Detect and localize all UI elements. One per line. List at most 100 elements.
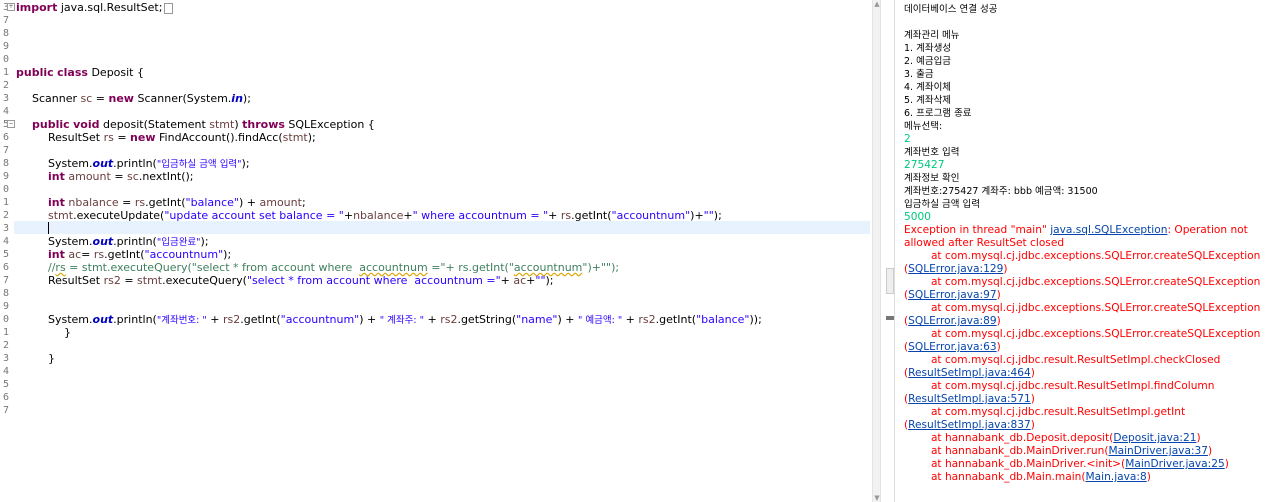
code-text: )	[234, 118, 243, 131]
code-text: +	[343, 209, 354, 222]
variable: rs2	[440, 313, 458, 326]
console-line: at com.mysql.cj.jdbc.result.ResultSetImp…	[904, 406, 1185, 419]
line-number: 7	[2, 405, 9, 416]
stack-frame: at hannabank_db.Deposit.deposit(	[904, 432, 1114, 444]
source-link[interactable]: MainDriver.java:25	[1125, 458, 1225, 470]
overview-thumb[interactable]	[886, 268, 894, 294]
code-text: +	[500, 274, 514, 287]
comment-line: //rs = stmt.executeQuery("select * from …	[48, 261, 619, 274]
error-text: : Operation not	[1167, 224, 1248, 236]
collapsed-imports-icon[interactable]	[164, 2, 174, 14]
code-text: System.	[48, 157, 93, 170]
paren: )	[1030, 393, 1035, 405]
console-view[interactable]: 데이터베이스 연결 성공 계좌관리 메뉴 1. 계좌생성 2. 예금입금 3. 출금 4.…	[901, 0, 1280, 502]
source-link[interactable]: ResultSetImpl.java:464	[908, 367, 1031, 379]
line-number: 2	[2, 80, 9, 91]
console-line: 2. 예금입금	[904, 55, 951, 68]
console-line: 6. 프로그램 종료	[904, 107, 972, 120]
keyword: new	[108, 92, 134, 105]
stack-frame: at com.mysql.cj.jdbc.result.ResultSetImp…	[904, 354, 1221, 366]
code-text: .getInt(	[655, 313, 697, 326]
code-text: );	[223, 248, 232, 261]
console-line: (SQLError.java:63)	[904, 341, 1001, 354]
code-editor[interactable]: 37890123456789012345678901234567 + − imp…	[0, 0, 872, 502]
line-number: 3	[2, 353, 9, 364]
code-text: Scanner(System.	[133, 92, 232, 105]
variable: rs	[93, 248, 105, 261]
paren: )	[1030, 419, 1035, 431]
keyword: void	[73, 118, 100, 131]
code-text: .getInt(	[145, 196, 186, 209]
console-text: 2. 예금입금	[904, 56, 952, 67]
console-text: 5. 계좌삭제	[904, 95, 952, 106]
console-line: 4. 계좌이체	[904, 81, 951, 94]
stack-frame: at hannabank_db.MainDriver.run(	[904, 445, 1109, 457]
paren: )	[1196, 432, 1201, 444]
exception-link[interactable]: java.sql.SQLException	[1050, 224, 1167, 236]
source-link[interactable]: SQLError.java:129	[908, 263, 1003, 275]
paren: )	[1224, 458, 1229, 470]
fold-expand-icon[interactable]: +	[7, 3, 15, 11]
text-caret	[48, 222, 49, 234]
stack-frame: at com.mysql.cj.jdbc.result.ResultSetImp…	[904, 406, 1186, 418]
string-literal: "accountnum"	[611, 209, 691, 222]
console-line: at hannabank_db.MainDriver.<init>(MainDr…	[904, 458, 1229, 471]
console-text: 4. 계좌이체	[904, 82, 952, 93]
console-line: 데이터베이스 연결 성공	[904, 3, 997, 16]
line-number: 7	[2, 275, 9, 286]
variable: rs2	[638, 313, 656, 326]
console-line: 계좌번호 입력	[904, 146, 959, 159]
line-number: 8	[2, 28, 9, 39]
source-link[interactable]: ResultSetImpl.java:571	[908, 393, 1031, 405]
line-number: 3	[2, 93, 9, 104]
string-literal: "입금하실 금액 입력"	[156, 159, 242, 170]
fold-collapse-icon[interactable]: −	[7, 120, 15, 128]
overview-marker[interactable]	[886, 316, 894, 320]
line-number: 0	[2, 314, 9, 325]
code-line: stmt.executeUpdate("update account set b…	[48, 209, 722, 222]
code-text: Deposit {	[87, 66, 144, 79]
code-text: ) +	[238, 196, 260, 209]
code-text: .println(	[113, 235, 157, 248]
string-literal: "balance"	[185, 196, 239, 209]
source-link[interactable]: SQLError.java:63	[908, 341, 996, 353]
code-text: )+	[690, 209, 704, 222]
spelling-warning: rs	[55, 261, 66, 274]
code-text: System.	[48, 313, 93, 326]
overview-ruler[interactable]	[880, 0, 895, 502]
code-line: int ac= rs.getInt("accountnum");	[48, 248, 231, 261]
variable: rs2	[222, 313, 241, 326]
line-number: 1	[2, 197, 9, 208]
source-link[interactable]: MainDriver.java:37	[1108, 445, 1208, 457]
source-link[interactable]: SQLError.java:89	[908, 315, 996, 327]
code-text: .executeQuery(	[162, 274, 247, 287]
code-text: ));	[749, 313, 762, 326]
code-text: Scanner	[32, 92, 81, 105]
console-text: 6. 프로그램 종료	[904, 108, 972, 119]
variable: stmt	[48, 209, 74, 222]
source-link[interactable]: Main.java:8	[1086, 471, 1147, 483]
code-line: public class Deposit {	[16, 66, 144, 79]
line-number-ruler: 37890123456789012345678901234567	[0, 0, 14, 502]
code-text: +	[206, 313, 223, 326]
code-text: );	[713, 209, 722, 222]
line-number: 0	[2, 54, 9, 65]
source-link[interactable]: Deposit.java:21	[1113, 432, 1196, 444]
code-text: java.sql.ResultSet;	[57, 1, 163, 14]
line-number: 9	[2, 301, 9, 312]
source-link[interactable]: SQLError.java:97	[908, 289, 996, 301]
static-field: out	[92, 313, 114, 326]
error-text: Exception in thread "main"	[904, 224, 1051, 236]
line-number: 2	[2, 210, 9, 221]
console-text: 메뉴선택:	[904, 121, 943, 132]
string-literal: "name"	[516, 313, 558, 326]
source-link[interactable]: ResultSetImpl.java:837	[908, 419, 1031, 431]
code-line: }	[64, 326, 71, 339]
code-text: +	[403, 209, 413, 222]
code-text: .getInt(	[240, 313, 281, 326]
code-line: public void deposit(Statement stmt) thro…	[32, 118, 375, 131]
console-text: 5000	[904, 211, 931, 223]
line-number: 5	[2, 379, 9, 390]
stack-frame: at com.mysql.cj.jdbc.exceptions.SQLError…	[904, 302, 1261, 314]
line-number: 0	[2, 184, 9, 195]
